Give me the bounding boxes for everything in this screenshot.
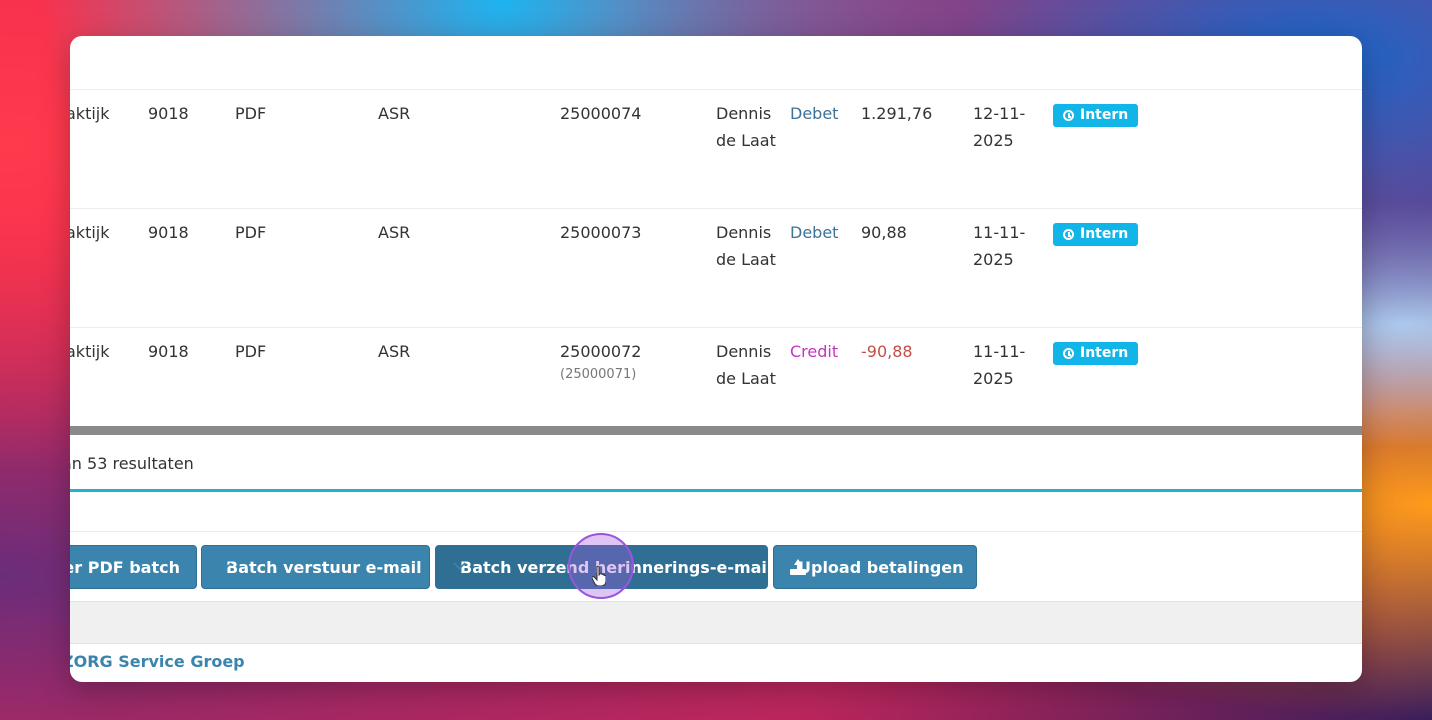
status-badge-label: Intern <box>1080 345 1129 361</box>
footer-band <box>70 601 1362 644</box>
cell-kind: Debet <box>790 104 839 123</box>
cell-date: 12-11-2025 <box>973 104 1026 150</box>
cell-invoice-number: 25000072 (25000071) <box>560 338 641 385</box>
upload-payments-label: Upload betalingen <box>798 557 964 577</box>
invoice-reference: (25000071) <box>560 367 637 382</box>
cell-praktijk: aktijk <box>70 104 110 123</box>
status-badge: Intern <box>1053 104 1139 127</box>
cell-invoice-number: 25000074 <box>560 100 641 127</box>
invoice-number: 25000073 <box>560 223 642 242</box>
hand-pointer-icon <box>592 566 606 586</box>
cell-amount: 1.291,76 <box>861 104 933 123</box>
status-badge: Intern <box>1053 342 1139 365</box>
cell-type: PDF <box>235 342 267 361</box>
clock-icon <box>1063 348 1074 359</box>
cell-praktijk: aktijk <box>70 223 110 242</box>
cell-code: 9018 <box>148 223 189 242</box>
accent-divider <box>70 489 1362 492</box>
cell-invoice-number: 25000073 <box>560 219 641 246</box>
cell-date: 11-11-2025 <box>973 342 1026 388</box>
cell-kind: Credit <box>790 342 839 361</box>
cell-praktijk: aktijk <box>70 342 110 361</box>
footer-brand-link[interactable]: ZORG Service Groep <box>70 652 245 671</box>
table-row[interactable]: aktijk 9018 PDF ASR 25000074 Dennis de L… <box>70 89 1362 209</box>
batch-send-email-label: Batch verstuur e-mail <box>226 557 422 577</box>
cell-date: 11-11-2025 <box>973 223 1026 269</box>
upload-payments-button[interactable]: Upload betalingen <box>773 545 977 589</box>
cell-insurer: ASR <box>378 104 411 123</box>
invoice-number: 25000074 <box>560 104 642 123</box>
cell-amount: 90,88 <box>861 223 907 242</box>
invoice-number: 25000072 <box>560 342 642 361</box>
cell-code: 9018 <box>148 342 189 361</box>
generate-pdf-batch-label: reer PDF batch <box>70 557 180 577</box>
batch-send-email-button[interactable]: Batch verstuur e-mail <box>201 545 430 589</box>
cell-type: PDF <box>235 223 267 242</box>
cell-insurer: ASR <box>378 342 411 361</box>
status-badge-label: Intern <box>1080 107 1129 123</box>
status-badge-label: Intern <box>1080 226 1129 242</box>
cell-name: Dennis de Laat <box>716 104 776 150</box>
results-count: an 53 resultaten <box>70 454 194 473</box>
clock-icon <box>1063 229 1074 240</box>
cell-amount: -90,88 <box>861 342 913 361</box>
cell-code: 9018 <box>148 104 189 123</box>
divider <box>70 531 1362 532</box>
generate-pdf-batch-button[interactable]: reer PDF batch <box>70 545 197 589</box>
cell-kind: Debet <box>790 223 839 242</box>
horizontal-scrollbar[interactable] <box>70 426 1362 435</box>
cell-name: Dennis de Laat <box>716 223 776 269</box>
cell-name: Dennis de Laat <box>716 342 776 388</box>
app-window: aktijk 9018 PDF ASR 25000074 Dennis de L… <box>70 36 1362 682</box>
status-badge: Intern <box>1053 223 1139 246</box>
cell-insurer: ASR <box>378 223 411 242</box>
cell-type: PDF <box>235 104 267 123</box>
clock-icon <box>1063 110 1074 121</box>
table-row[interactable]: aktijk 9018 PDF ASR 25000073 Dennis de L… <box>70 208 1362 328</box>
